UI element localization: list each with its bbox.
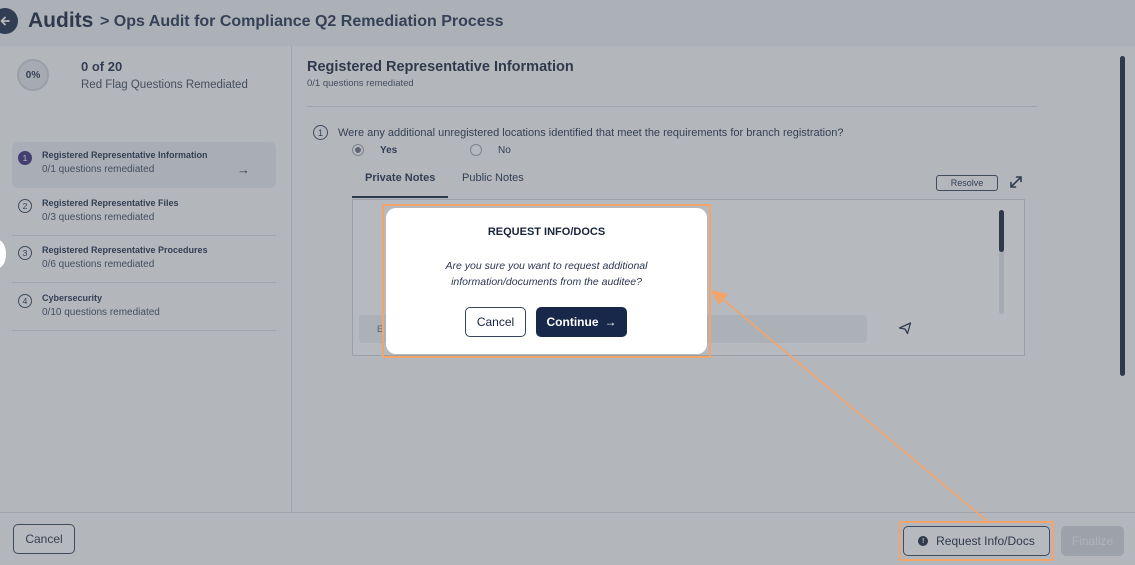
highlight-request-button-box — [899, 521, 1054, 561]
highlight-dialog-box — [382, 204, 711, 358]
